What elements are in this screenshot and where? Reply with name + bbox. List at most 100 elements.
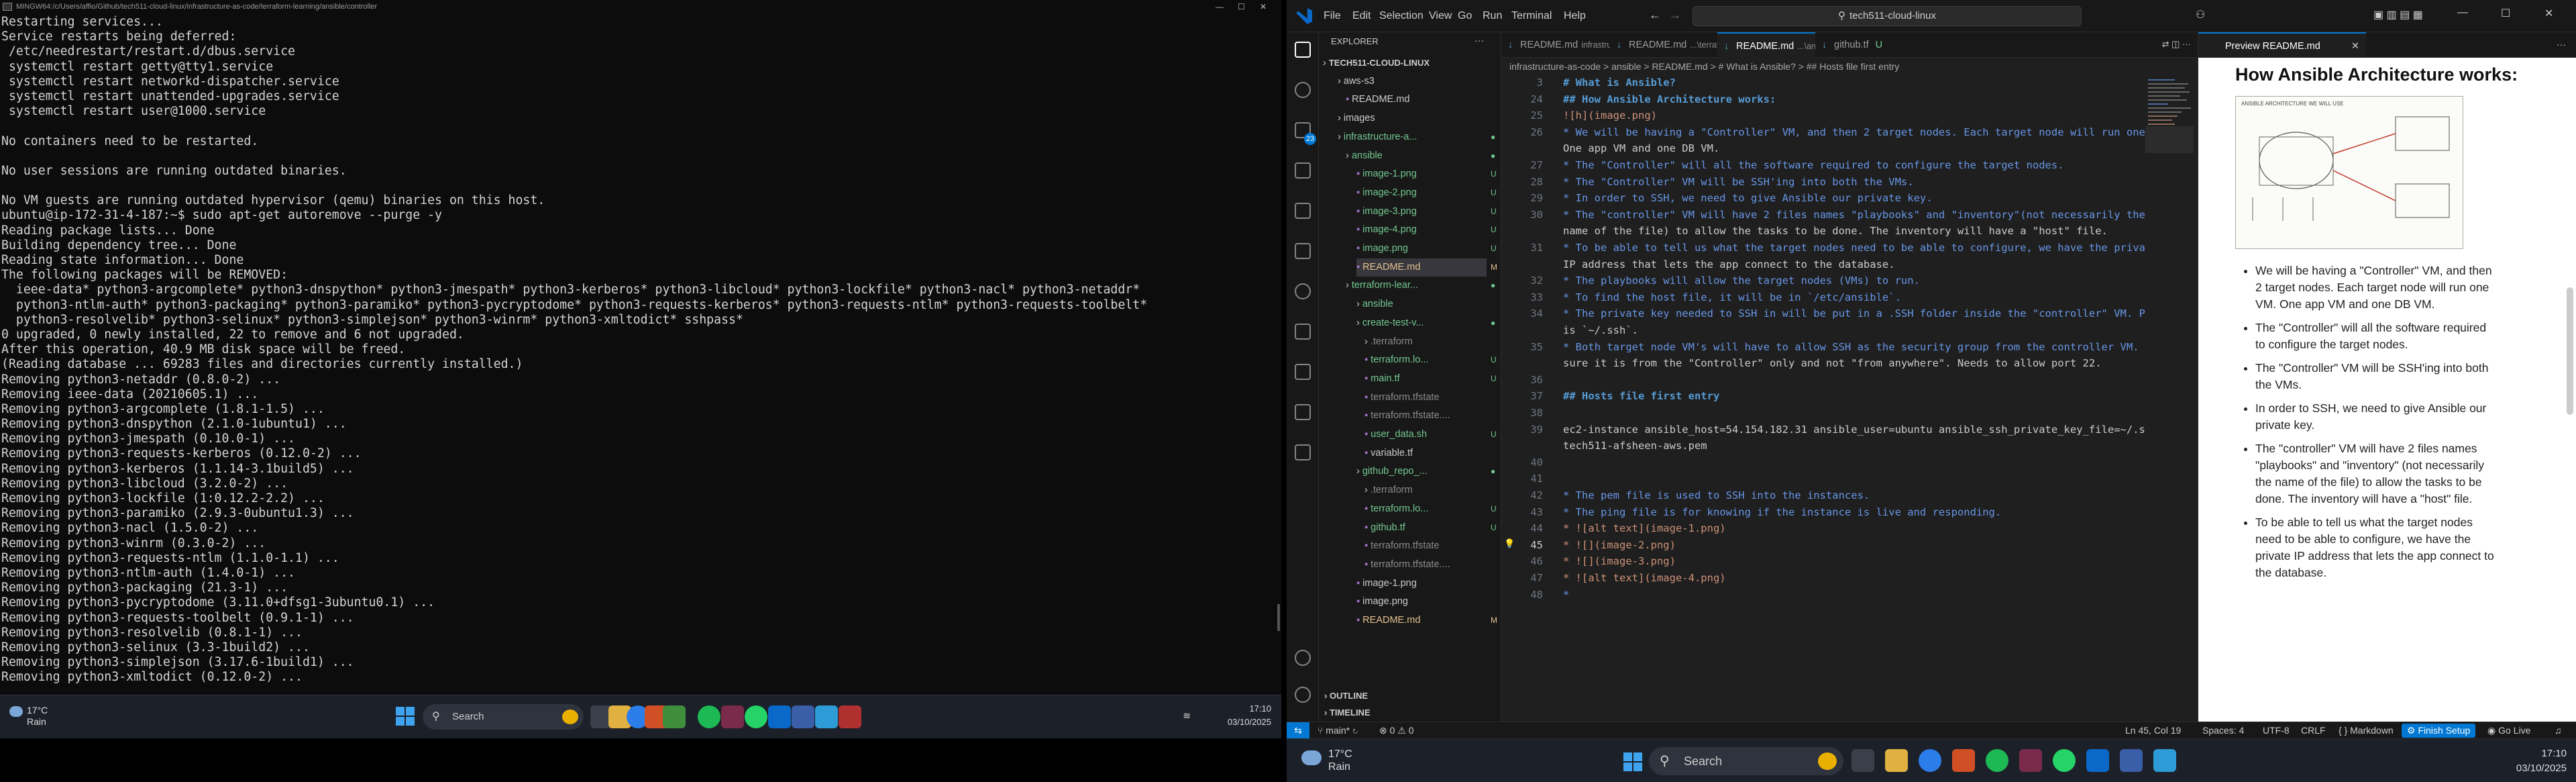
- file-item[interactable]: ▪ README.md M: [1356, 258, 1497, 277]
- vscode-taskbar-icon[interactable]: [768, 705, 791, 728]
- editor-tab[interactable]: ↓README.md...\ansibleU: [1717, 32, 1815, 58]
- system-tray[interactable]: ≋ 17:10 03/10/2025: [1183, 702, 1271, 729]
- file-explorer-icon[interactable]: [1885, 749, 1908, 772]
- folder-item[interactable]: › infrastructure-a... ●: [1338, 128, 1495, 146]
- more-actions-icon[interactable]: ···: [2557, 39, 2566, 50]
- cursor-position[interactable]: Ln 45, Col 19: [2125, 722, 2181, 739]
- eol-status[interactable]: CRLF: [2301, 722, 2326, 739]
- command-center[interactable]: ⚲ tech511-cloud-linux: [1693, 6, 2082, 26]
- file-item[interactable]: ▪ terraform.lo... U: [1364, 351, 1497, 369]
- folder-item[interactable]: › ansible: [1356, 295, 1487, 313]
- office-icon[interactable]: [1952, 749, 1975, 772]
- terminal-titlebar[interactable]: MINGW64:/c/Users/affio/Github/tech511-cl…: [0, 0, 1281, 13]
- python-icon[interactable]: [1295, 324, 1311, 340]
- file-item[interactable]: ▪ README.md M: [1356, 612, 1497, 630]
- file-item[interactable]: ▪ README.md: [1346, 91, 1487, 109]
- forward-arrow-icon[interactable]: →: [1669, 8, 1681, 22]
- git-bash-icon[interactable]: [2019, 749, 2042, 772]
- file-item[interactable]: ▪ image-1.png U: [1356, 165, 1497, 183]
- menu-edit[interactable]: Edit: [1352, 0, 1371, 32]
- menu-file[interactable]: File: [1324, 0, 1341, 32]
- file-item[interactable]: ▪ terraform.lo... U: [1364, 500, 1497, 518]
- folder-item[interactable]: › github_repo_... ●: [1356, 462, 1495, 481]
- file-item[interactable]: ▪ image.png: [1356, 593, 1487, 611]
- language-status[interactable]: { } Markdown: [2339, 722, 2394, 739]
- run-debug-icon[interactable]: [1295, 162, 1311, 179]
- encoding-status[interactable]: UTF-8: [2263, 722, 2290, 739]
- search-icon[interactable]: [1295, 82, 1311, 98]
- extensions-icon[interactable]: [1295, 203, 1311, 219]
- file-item[interactable]: ▪ image-1.png: [1356, 575, 1487, 593]
- maximize-icon[interactable]: ☐: [2501, 7, 2510, 20]
- testing-icon[interactable]: [1295, 283, 1311, 299]
- whatsapp-icon[interactable]: [2053, 749, 2076, 772]
- back-arrow-icon[interactable]: ←: [1649, 8, 1661, 22]
- code-editor[interactable]: 3 # What is Ansible? 24 ## How Ansible Arch…: [1501, 75, 2145, 722]
- minimap[interactable]: [2145, 75, 2194, 722]
- app2-icon[interactable]: [2120, 749, 2143, 772]
- whatsapp-icon[interactable]: [745, 705, 767, 728]
- file-item[interactable]: ▪ image-3.png U: [1356, 203, 1497, 221]
- file-item[interactable]: ▪ image-2.png U: [1356, 184, 1497, 202]
- file-item[interactable]: ▪ variable.tf: [1364, 444, 1487, 462]
- more-actions-icon[interactable]: ···: [1474, 35, 1484, 46]
- vscode-taskbar-icon[interactable]: [2086, 749, 2109, 772]
- vscode-window[interactable]: File Edit Selection View Go Run Terminal Help ←…: [1287, 0, 2576, 739]
- file-item[interactable]: ▪ terraform.tfstate....: [1364, 556, 1487, 574]
- terminal-output[interactable]: Restarting services... Service restarts b…: [0, 15, 1278, 693]
- task-view-icon[interactable]: [1851, 749, 1874, 772]
- close-icon[interactable]: ✕: [1260, 0, 1267, 13]
- file-item[interactable]: ▪ image-4.png U: [1356, 221, 1497, 239]
- go-live-button[interactable]: ◉ Go Live: [2487, 722, 2530, 739]
- menu-terminal[interactable]: Terminal: [1511, 0, 1552, 32]
- close-icon[interactable]: ✕: [2544, 7, 2553, 20]
- file-item[interactable]: ▪ terraform.tfstate: [1364, 537, 1487, 555]
- git-bash-icon[interactable]: [721, 705, 744, 728]
- app4-icon[interactable]: [839, 705, 861, 728]
- menu-selection[interactable]: Selection: [1379, 0, 1424, 32]
- file-item[interactable]: ▪ main.tf U: [1364, 370, 1497, 388]
- file-item[interactable]: ▪ github.tf U: [1364, 519, 1497, 537]
- copilot-icon[interactable]: ⚇: [2196, 8, 2205, 21]
- markdown-preview-panel[interactable]: Preview README.md ✕ ··· How Ansible Arch…: [2198, 32, 2576, 722]
- editor-actions-icon[interactable]: ⇄ ◫ ···: [2162, 39, 2191, 50]
- indentation-status[interactable]: Spaces: 4: [2202, 722, 2244, 739]
- file-item[interactable]: ▪ terraform.tfstate: [1364, 389, 1487, 407]
- spotify-icon[interactable]: [1986, 749, 2008, 772]
- notifications-bell-icon[interactable]: ♫: [2555, 722, 2562, 739]
- app3-icon[interactable]: [2153, 749, 2176, 772]
- app3-icon[interactable]: [815, 705, 838, 728]
- taskbar-search[interactable]: ⚲ Search: [423, 704, 584, 730]
- taskbar-search[interactable]: ⚲ Search: [1649, 747, 1843, 775]
- terminal-window[interactable]: MINGW64:/c/Users/affio/Github/tech511-cl…: [0, 0, 1281, 695]
- menu-go[interactable]: Go: [1458, 0, 1472, 32]
- folder-item[interactable]: › terraform-lear... ●: [1346, 277, 1495, 295]
- editor-tab[interactable]: ↓ github.tf U: [1815, 32, 1889, 58]
- terminal-scrollbar[interactable]: [1277, 604, 1280, 631]
- folder-item[interactable]: › .terraform: [1364, 481, 1487, 499]
- finish-setup-button[interactable]: ⚙ Finish Setup: [2402, 724, 2476, 738]
- system-tray[interactable]: 17:10 03/10/2025: [2516, 746, 2567, 776]
- editor-tab[interactable]: ↓README.mdinfrastructure-as-codeM: [1501, 32, 1610, 58]
- preview-scrollbar[interactable]: [2567, 287, 2573, 415]
- menu-help[interactable]: Help: [1564, 0, 1586, 32]
- terminal-icon[interactable]: [1295, 444, 1311, 460]
- spotify-icon[interactable]: [698, 705, 720, 728]
- layout-icons[interactable]: ▣ ▥ ▤ ▦: [2373, 8, 2423, 21]
- folder-item[interactable]: › ansible ●: [1346, 147, 1495, 165]
- folder-item[interactable]: › create-test-v... ●: [1356, 314, 1495, 332]
- branch-status[interactable]: ⑂ main* ↻: [1318, 722, 1358, 739]
- outline-section[interactable]: › OUTLINE: [1324, 687, 1368, 705]
- editor-tab[interactable]: ↓README.md...\terraform-learningM: [1610, 32, 1717, 58]
- windows-start-icon[interactable]: [396, 707, 415, 726]
- file-item[interactable]: ▪ user_data.sh U: [1364, 426, 1497, 444]
- folder-item[interactable]: › .terraform: [1364, 333, 1487, 351]
- menu-view[interactable]: View: [1429, 0, 1452, 32]
- file-item[interactable]: ▪ image.png U: [1356, 240, 1497, 258]
- minimize-icon[interactable]: —: [1216, 0, 1224, 13]
- minimize-icon[interactable]: —: [2457, 7, 2468, 19]
- app2-icon[interactable]: [792, 705, 814, 728]
- folder-item[interactable]: › images: [1338, 109, 1487, 128]
- weather-widget[interactable]: 17°C Rain: [1301, 748, 1352, 773]
- weather-widget[interactable]: 17°C Rain: [9, 705, 48, 728]
